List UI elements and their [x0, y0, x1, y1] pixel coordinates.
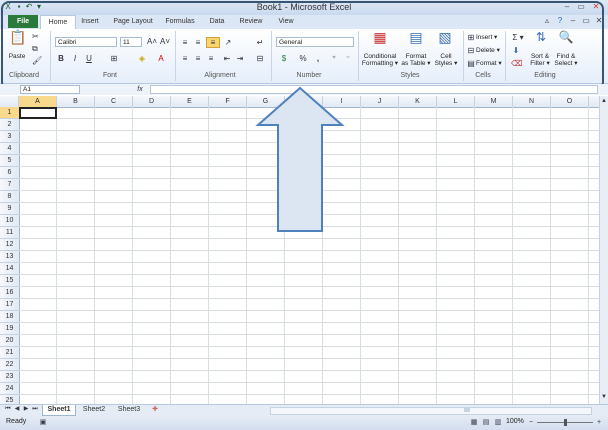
prev-sheet-icon[interactable]: ◀ [13, 405, 21, 414]
row-header-18[interactable]: 18 [0, 311, 19, 323]
macro-record-icon[interactable]: ▣ [38, 418, 48, 427]
row-header-4[interactable]: 4 [0, 143, 19, 155]
column-header-d[interactable]: D [133, 96, 171, 107]
page-layout-view-icon[interactable]: ▤ [481, 418, 491, 427]
select-all-button[interactable] [0, 96, 19, 107]
row-header-11[interactable]: 11 [0, 227, 19, 239]
row-header-10[interactable]: 10 [0, 215, 19, 227]
ribbon-highlight-frame [1, 1, 604, 90]
insert-worksheet-icon[interactable]: ✚ [150, 405, 160, 414]
row-header-19[interactable]: 19 [0, 323, 19, 335]
zoom-out-button[interactable]: − [527, 418, 535, 427]
row-header-17[interactable]: 17 [0, 299, 19, 311]
row-header-24[interactable]: 24 [0, 383, 19, 395]
row-header-13[interactable]: 13 [0, 251, 19, 263]
insert-function-button[interactable]: fx [134, 85, 146, 94]
row-header-2[interactable]: 2 [0, 119, 19, 131]
column-header-e[interactable]: E [171, 96, 209, 107]
vertical-scrollbar[interactable] [599, 96, 608, 404]
sheet-tab-sheet1[interactable]: Sheet1 [42, 405, 76, 416]
column-header-a[interactable]: A [19, 96, 57, 107]
status-ready: Ready [6, 418, 27, 425]
row-header-20[interactable]: 20 [0, 335, 19, 347]
name-box[interactable]: A1 [20, 85, 80, 94]
row-header-14[interactable]: 14 [0, 263, 19, 275]
normal-view-icon[interactable]: ▦ [469, 418, 479, 427]
zoom-level[interactable]: 100% [506, 418, 524, 425]
row-header-1[interactable]: 1 [0, 107, 19, 119]
sheet-tab-sheet2[interactable]: Sheet2 [78, 405, 110, 415]
up-arrow-annotation [255, 86, 345, 232]
active-cell-a1[interactable] [19, 107, 57, 119]
scroll-up-icon[interactable]: ▲ [600, 97, 608, 106]
column-header-l[interactable]: L [437, 96, 475, 107]
row-header-5[interactable]: 5 [0, 155, 19, 167]
row-header-22[interactable]: 22 [0, 359, 19, 371]
zoom-in-button[interactable]: + [595, 418, 603, 427]
formula-input[interactable] [150, 85, 598, 94]
row-header-16[interactable]: 16 [0, 287, 19, 299]
horizontal-scroll-thumb[interactable] [464, 408, 470, 412]
row-header-6[interactable]: 6 [0, 167, 19, 179]
next-sheet-icon[interactable]: ▶ [22, 405, 30, 414]
column-header-k[interactable]: K [399, 96, 437, 107]
column-header-j[interactable]: J [361, 96, 399, 107]
zoom-slider-thumb[interactable] [564, 419, 567, 426]
sheet-tab-sheet3[interactable]: Sheet3 [113, 405, 145, 415]
row-header-3[interactable]: 3 [0, 131, 19, 143]
column-header-o[interactable]: O [551, 96, 589, 107]
column-header-m[interactable]: M [475, 96, 513, 107]
column-header-b[interactable]: B [57, 96, 95, 107]
horizontal-scrollbar[interactable] [270, 407, 592, 415]
column-header-n[interactable]: N [513, 96, 551, 107]
row-header-12[interactable]: 12 [0, 239, 19, 251]
column-header-c[interactable]: C [95, 96, 133, 107]
row-header-7[interactable]: 7 [0, 179, 19, 191]
first-sheet-icon[interactable]: ⏮ [4, 405, 12, 414]
page-break-view-icon[interactable]: ▥ [493, 418, 503, 427]
row-header-8[interactable]: 8 [0, 191, 19, 203]
row-header-9[interactable]: 9 [0, 203, 19, 215]
scroll-down-icon[interactable]: ▼ [600, 393, 608, 402]
column-header-f[interactable]: F [209, 96, 247, 107]
row-header-21[interactable]: 21 [0, 347, 19, 359]
last-sheet-icon[interactable]: ⏭ [31, 405, 39, 414]
row-header-23[interactable]: 23 [0, 371, 19, 383]
row-header-15[interactable]: 15 [0, 275, 19, 287]
